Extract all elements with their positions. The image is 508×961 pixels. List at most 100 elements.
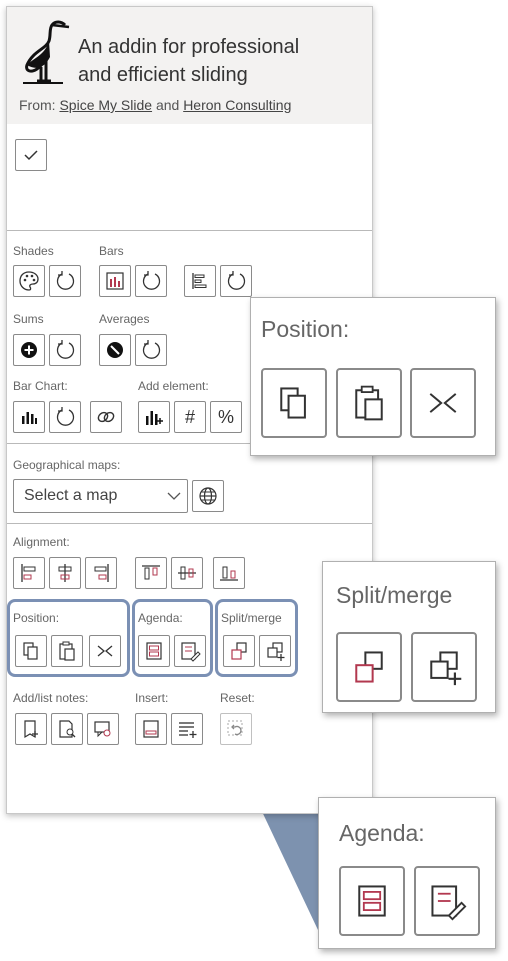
bar-chart-label: Bar Chart: [13, 379, 68, 393]
from-line: From: Spice My Slide and Heron Consultin… [19, 97, 291, 113]
callout-split-merge-label: Split/merge [336, 582, 453, 608]
paste-icon [355, 385, 383, 421]
find-note-icon [59, 720, 76, 738]
alignment-label: Alignment: [13, 535, 70, 549]
reset-label: Reset: [220, 691, 255, 705]
split-merge-zoom-callout: Split/merge [322, 561, 496, 713]
sums-button[interactable] [13, 334, 45, 366]
align-bottom-button[interactable] [213, 557, 245, 589]
swap-icon [429, 393, 457, 413]
agenda-edit-icon [431, 885, 467, 921]
list-notes-icon [94, 721, 111, 738]
add-hash-button[interactable]: # [174, 401, 206, 433]
header: An addin for professional and efficient … [7, 7, 372, 124]
add-list-notes-label: Add/list notes: [13, 691, 89, 705]
split-button[interactable] [223, 635, 255, 667]
spice-my-slide-link[interactable]: Spice My Slide [59, 97, 152, 113]
bar-chart-button[interactable] [13, 401, 45, 433]
insert-footer-button[interactable] [135, 713, 167, 745]
refresh-icon [56, 407, 75, 426]
heron-logo [23, 20, 70, 84]
agenda-zoom-callout: Agenda: [318, 797, 496, 949]
callout-paste-position-button[interactable] [336, 368, 402, 438]
shades-label: Shades [13, 244, 54, 258]
agenda-label: Agenda: [138, 611, 183, 625]
footer-icon [143, 720, 159, 738]
align-right-icon [94, 564, 109, 582]
bar-chart-link-button[interactable] [90, 401, 122, 433]
bars-horizontal-button[interactable] [184, 265, 216, 297]
link-icon [97, 411, 115, 423]
copy-icon [23, 642, 38, 660]
bars-horizontal-reset-button[interactable] [220, 265, 252, 297]
refresh-icon [56, 271, 75, 290]
align-right-button[interactable] [85, 557, 117, 589]
add-element-label: Add element: [138, 379, 209, 393]
position-zoom-callout: Position: [250, 297, 496, 456]
copy-position-button[interactable] [15, 635, 47, 667]
globe-button[interactable] [192, 480, 224, 512]
bars-label: Bars [99, 244, 124, 258]
averages-reset-button[interactable] [135, 334, 167, 366]
callout-position-label: Position: [261, 316, 350, 342]
agenda-edit-icon [181, 642, 201, 662]
map-select[interactable]: Select a map [13, 479, 188, 513]
refresh-icon [56, 340, 75, 359]
callout-split-button[interactable] [336, 632, 402, 702]
align-middle-button[interactable] [171, 557, 203, 589]
align-left-button[interactable] [13, 557, 45, 589]
callout-copy-position-button[interactable] [261, 368, 327, 438]
divider [7, 523, 372, 524]
check-icon [24, 150, 38, 161]
merge-button[interactable] [259, 635, 291, 667]
find-note-button[interactable] [51, 713, 83, 745]
reset-button[interactable] [220, 713, 252, 745]
heron-consulting-link[interactable]: Heron Consulting [183, 97, 291, 113]
list-notes-button[interactable] [87, 713, 119, 745]
merge-icon [430, 651, 462, 686]
bar-chart-reset-button[interactable] [49, 401, 81, 433]
callout-swap-position-button[interactable] [410, 368, 476, 438]
split-merge-label: Split/merge [221, 611, 282, 625]
bars-vertical-reset-button[interactable] [135, 265, 167, 297]
insert-text-icon [179, 722, 197, 738]
align-middle-icon [178, 566, 196, 580]
shades-reset-button[interactable] [49, 265, 81, 297]
shades-palette-button[interactable] [13, 265, 45, 297]
swap-position-button[interactable] [89, 635, 121, 667]
agenda-insert-button[interactable] [138, 635, 170, 667]
add-percent-button[interactable]: % [210, 401, 242, 433]
insert-label: Insert: [135, 691, 169, 705]
merge-icon [267, 642, 285, 661]
no-entry-circle-icon [107, 342, 123, 358]
add-bar-icon [146, 411, 163, 425]
tagline-line-1: An addin for professional [78, 36, 300, 58]
agenda-icon [146, 642, 162, 660]
averages-button[interactable] [99, 334, 131, 366]
averages-label: Averages [99, 312, 150, 326]
refresh-icon [227, 271, 246, 290]
bar-chart-icon [22, 412, 37, 424]
align-bottom-icon [220, 566, 238, 581]
callout-merge-button[interactable] [411, 632, 477, 702]
refresh-icon [142, 340, 161, 359]
add-bar-element-button[interactable] [138, 401, 170, 433]
sums-reset-button[interactable] [49, 334, 81, 366]
add-note-icon [24, 720, 38, 739]
bars-vertical-button[interactable] [99, 265, 131, 297]
agenda-edit-button[interactable] [174, 635, 206, 667]
copy-icon [280, 387, 306, 419]
insert-text-button[interactable] [171, 713, 203, 745]
refresh-icon [142, 271, 161, 290]
divider [7, 230, 372, 231]
callout-agenda-insert-button[interactable] [339, 866, 405, 936]
reset-icon [227, 720, 243, 736]
geo-maps-label: Geographical maps: [13, 458, 121, 472]
checkmark-button[interactable] [15, 139, 47, 171]
callout-agenda-edit-button[interactable] [414, 866, 480, 936]
align-top-button[interactable] [135, 557, 167, 589]
tagline-line-2: and efficient sliding [78, 64, 248, 86]
align-center-button[interactable] [49, 557, 81, 589]
paste-position-button[interactable] [51, 635, 83, 667]
add-note-button[interactable] [15, 713, 47, 745]
